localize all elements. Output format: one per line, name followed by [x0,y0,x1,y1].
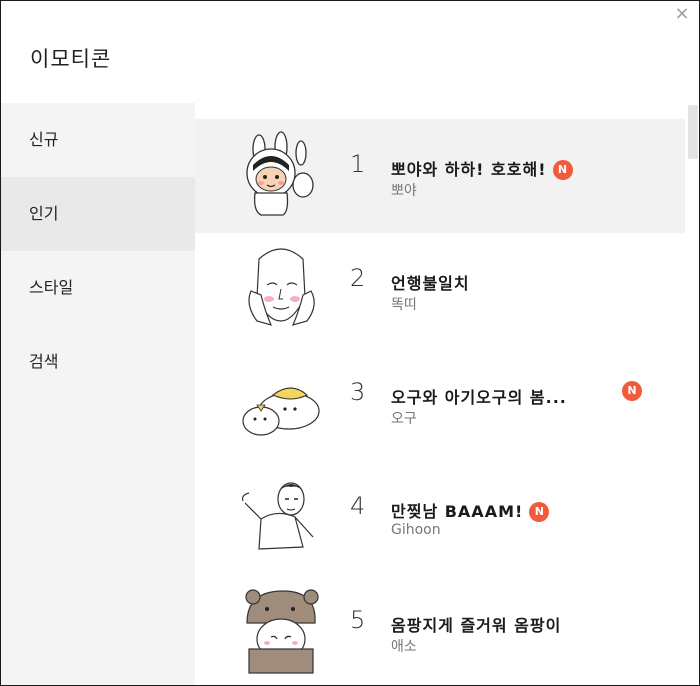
emoticon-title: 오구와 아기오구의 봄... [391,388,567,407]
sidebar-item-popular[interactable]: 인기 [1,177,195,251]
sidebar-item-search[interactable]: 검색 [1,325,195,399]
emoticon-name: 뽀야와 하하! 호호해! N [391,156,573,180]
scrollbar-thumb[interactable] [688,105,698,159]
list-item[interactable]: 2 언행불일치 똑띠 [195,233,685,347]
rank-number: 5 [350,606,366,634]
old-man-sticker-thumbnail [237,241,327,333]
new-badge: N [622,381,642,401]
dialog-title: 이모티콘 [30,47,112,71]
bear-hat-sticker-thumbnail [237,583,327,675]
emoticon-dialog: × 이모티콘 신규 인기 스타일 검색 1 뽀야와 하하! 호호해! N 뽀야 … [0,0,700,686]
duck-sticker-thumbnail [237,355,327,447]
new-badge: N [552,160,573,180]
list-item[interactable]: 1 뽀야와 하하! 호호해! N 뽀야 [195,119,685,233]
close-icon: × [674,3,690,24]
list-item[interactable]: 4 만찢남 BAAAM! N Gihoon [195,461,685,575]
emoticon-name: 만찢남 BAAAM! N [391,498,550,522]
artist-name: Gihoon [391,522,441,538]
artist-name: 뽀야 [391,183,417,199]
rank-number: 4 [350,492,366,520]
rank-number: 1 [350,150,366,178]
emoticon-title: 언행불일치 [391,274,470,293]
artist-name: 똑띠 [391,297,417,313]
emoticon-title: 만찢남 BAAAM! [391,502,524,521]
rank-number: 3 [350,378,366,406]
list-item[interactable]: 5 옴팡지게 즐거워 옴팡이 애소 [195,575,685,685]
dialog-body: 신규 인기 스타일 검색 1 뽀야와 하하! 호호해! N 뽀야 2 언행불일치… [1,103,699,685]
artist-name: 애소 [391,639,417,655]
emoticon-list: 1 뽀야와 하하! 호호해! N 뽀야 2 언행불일치 똑띠 3 오구와 아기오… [195,119,685,685]
close-button[interactable]: × [673,5,691,23]
emoticon-title: 옴팡지게 즐거워 옴팡이 [391,616,562,635]
sidebar: 신규 인기 스타일 검색 [1,103,195,685]
emoticon-list-panel: 1 뽀야와 하하! 호호해! N 뽀야 2 언행불일치 똑띠 3 오구와 아기오… [195,103,699,685]
rank-number: 2 [350,264,366,292]
scrollbar[interactable] [687,103,699,685]
new-badge: N [529,502,550,522]
list-item[interactable]: 3 오구와 아기오구의 봄... N 오구 [195,347,685,461]
artist-name: 오구 [391,411,417,427]
sidebar-item-style[interactable]: 스타일 [1,251,195,325]
manga-man-sticker-thumbnail [237,469,327,561]
emoticon-title: 뽀야와 하하! 호호해! [391,160,547,179]
sidebar-item-new[interactable]: 신규 [1,103,195,177]
bunny-girl-sticker-thumbnail [237,127,327,219]
